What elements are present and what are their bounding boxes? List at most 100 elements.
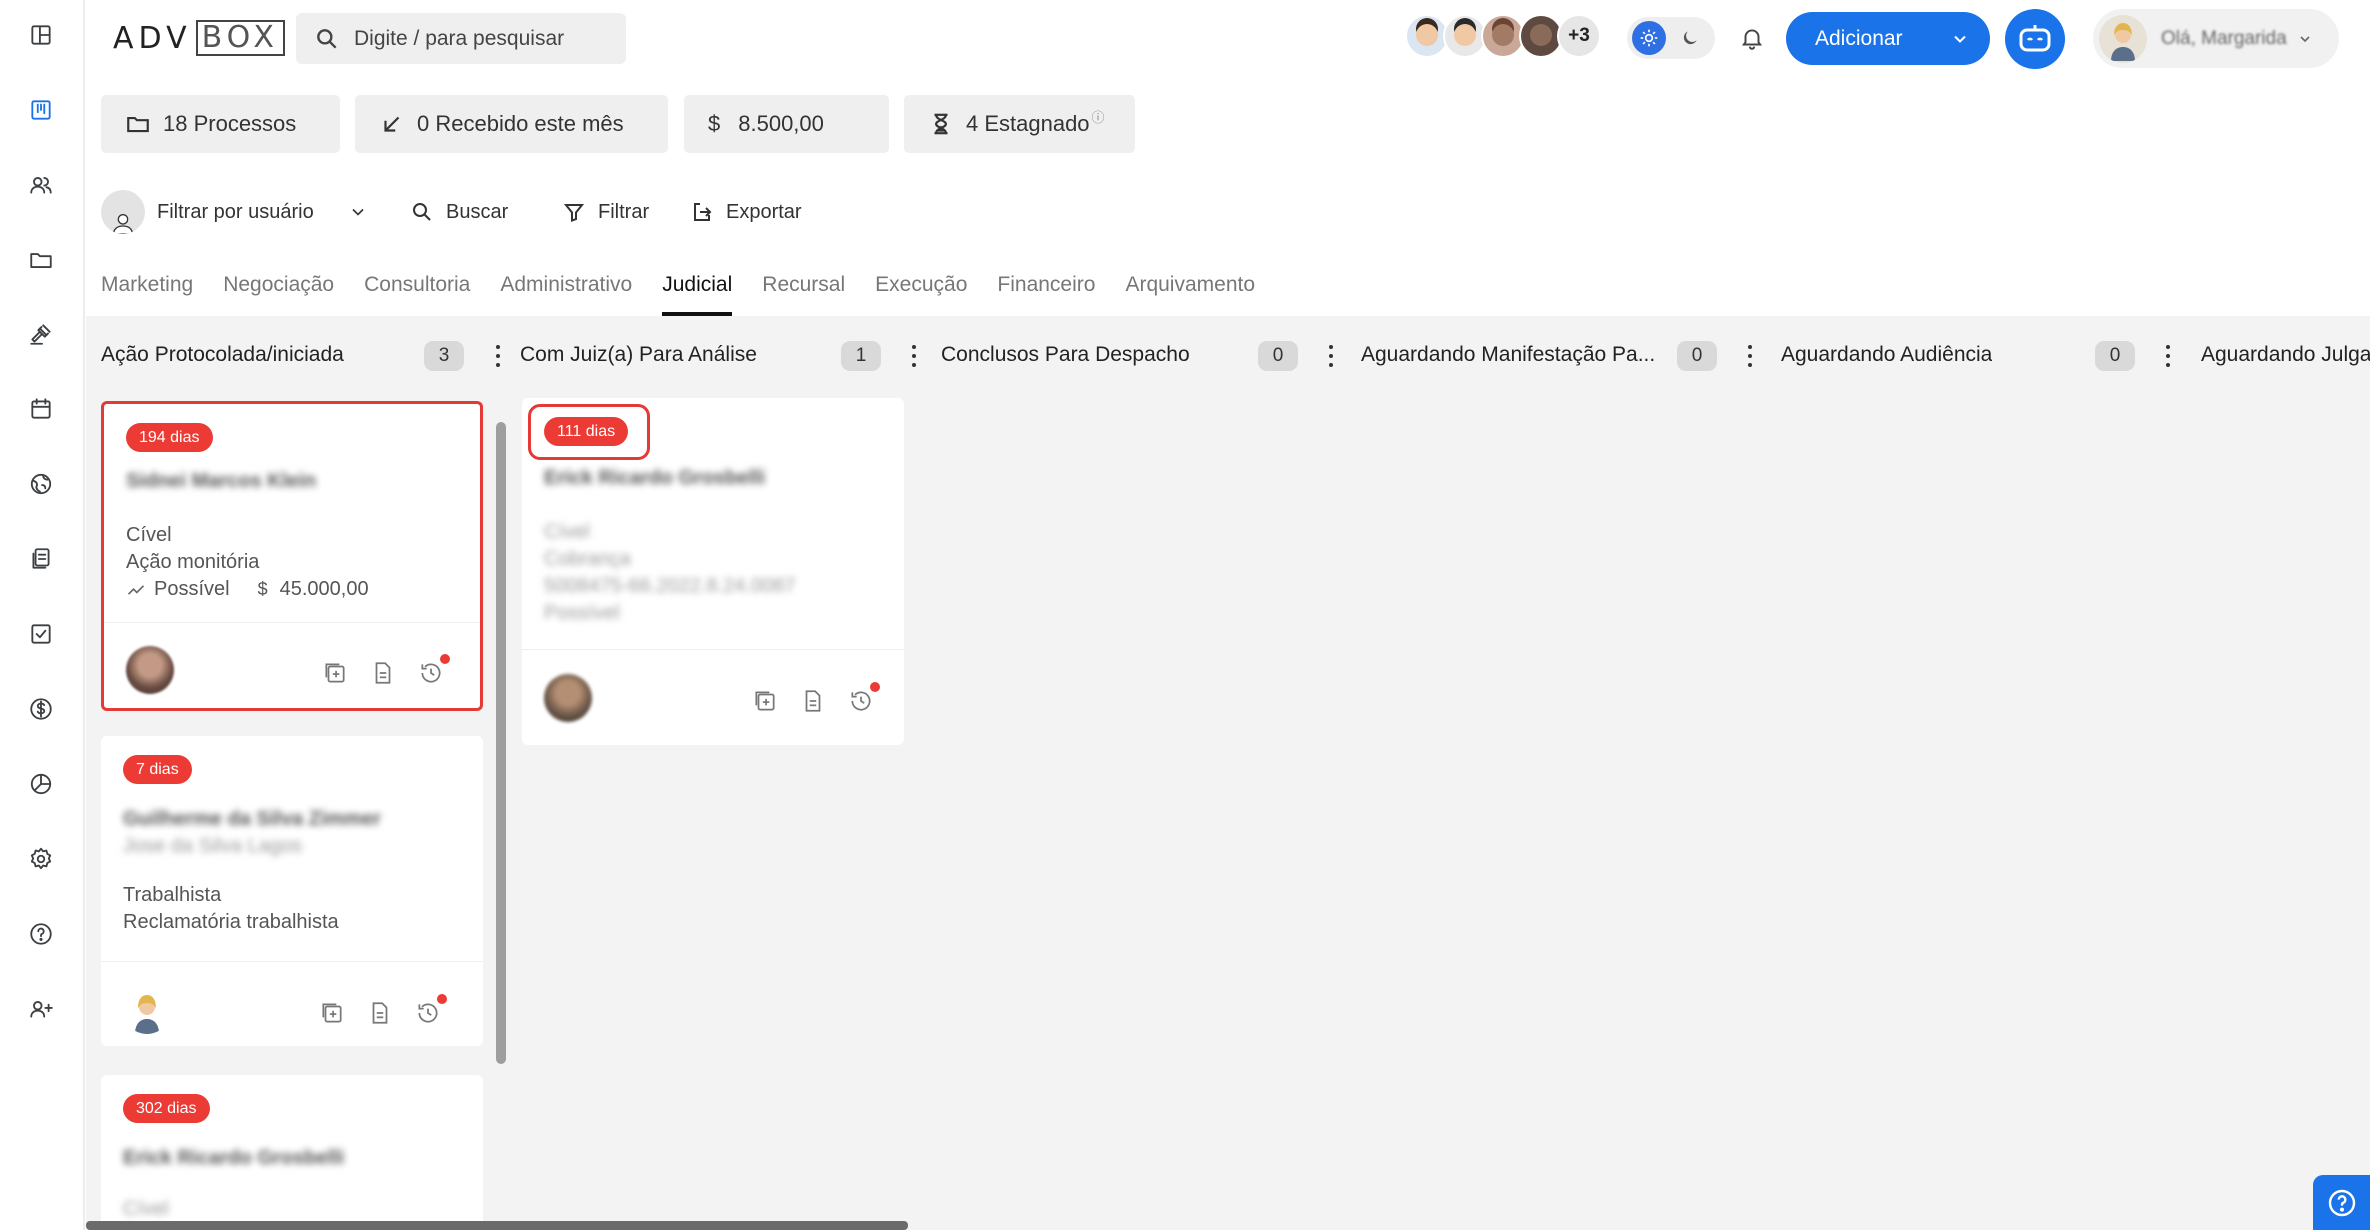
tab-administrativo[interactable]: Administrativo	[500, 270, 632, 316]
chevron-down-icon	[1954, 35, 1966, 43]
kanban-icon[interactable]	[21, 90, 61, 130]
filter-by-user[interactable]: Filtrar por usuário	[101, 190, 368, 234]
dollar-icon[interactable]	[21, 689, 61, 729]
export-button[interactable]: Exportar	[690, 190, 802, 234]
document-icon[interactable]	[800, 688, 826, 714]
days-badge: 194 dias	[126, 423, 213, 452]
team-more-count[interactable]: +3	[1557, 14, 1601, 58]
case-area: Cível	[126, 524, 172, 546]
column-title: Ação Protocolada/iniciada	[101, 343, 344, 366]
case-action: Reclamatória trabalhista	[123, 911, 339, 933]
stat-received[interactable]: 0 Recebido este mês	[355, 95, 668, 153]
more-vertical-icon[interactable]	[493, 342, 503, 370]
sun-icon[interactable]	[1632, 21, 1666, 55]
tab-arquivamento[interactable]: Arquivamento	[1125, 270, 1255, 316]
document-icon[interactable]	[367, 1000, 393, 1026]
client-name: Erick Ricardo Grosbelli	[544, 467, 766, 489]
add-task-icon[interactable]	[752, 688, 778, 714]
folder-icon[interactable]	[21, 240, 61, 280]
responsible-avatar[interactable]	[123, 986, 171, 1034]
more-vertical-icon[interactable]	[1326, 342, 1336, 370]
process-card[interactable]: 302 dias Erick Ricardo Grosbelli Cível	[101, 1075, 483, 1230]
globe-icon[interactable]	[21, 464, 61, 504]
vertical-scrollbar[interactable]	[496, 422, 506, 1064]
process-card[interactable]: 7 dias Guilherme da Silva Zimmer Jose da…	[101, 736, 483, 1046]
documents-icon[interactable]	[21, 539, 61, 579]
assistant-bot-button[interactable]	[2005, 9, 2065, 69]
column-header: Aguardando Audiência 0	[1781, 338, 2201, 372]
add-user-icon[interactable]	[21, 989, 61, 1029]
more-vertical-icon[interactable]	[909, 342, 919, 370]
responsible-avatar[interactable]	[126, 646, 174, 694]
case-area: Cível	[544, 521, 590, 543]
pie-chart-icon[interactable]	[21, 764, 61, 804]
theme-toggle[interactable]	[1627, 17, 1715, 59]
history-icon[interactable]	[848, 682, 880, 714]
more-vertical-icon[interactable]	[1745, 342, 1755, 370]
history-icon[interactable]	[418, 654, 450, 686]
moon-icon[interactable]	[1678, 26, 1702, 50]
chevron-down-icon	[352, 208, 364, 216]
help-widget-button[interactable]	[2313, 1175, 2370, 1230]
filter-button[interactable]: Filtrar	[562, 190, 649, 234]
process-card[interactable]: 111 dias Erick Ricardo Grosbelli Cível C…	[522, 398, 904, 745]
column-header: Com Juiz(a) Para Análise 1	[520, 338, 940, 372]
column-header: Aguardando Julga	[2201, 338, 2370, 372]
client-name: Guilherme da Silva Zimmer	[123, 808, 381, 830]
add-button-label: Adicionar	[1815, 26, 1903, 50]
stat-processes[interactable]: 18 Processos	[101, 95, 340, 153]
responsible-avatar[interactable]	[544, 674, 592, 722]
tab-judicial[interactable]: Judicial	[662, 270, 733, 316]
user-menu[interactable]: Olá, Margarida	[2093, 9, 2339, 68]
add-task-icon[interactable]	[322, 660, 348, 686]
stat-amount-label: 8.500,00	[738, 111, 824, 136]
add-button[interactable]: Adicionar	[1786, 12, 1990, 65]
team-avatars[interactable]: +3	[1405, 14, 1601, 58]
column-count: 0	[1677, 341, 1717, 371]
tab-recursal[interactable]: Recursal	[762, 270, 845, 316]
filter-by-user-label: Filtrar por usuário	[157, 200, 314, 223]
search-bar[interactable]	[296, 13, 626, 64]
tab-financeiro[interactable]: Financeiro	[997, 270, 1095, 316]
tab-consultoria[interactable]: Consultoria	[364, 270, 470, 316]
robot-icon	[2019, 25, 2051, 52]
case-action: Cobrança	[544, 548, 631, 570]
help-icon[interactable]	[21, 914, 61, 954]
calendar-icon[interactable]	[21, 389, 61, 429]
app-logo[interactable]: ADV BOX	[113, 18, 285, 58]
card-divider	[101, 961, 483, 962]
card-actions	[319, 994, 447, 1026]
info-icon[interactable]: ⓘ	[1092, 107, 1105, 126]
tab-marketing[interactable]: Marketing	[101, 270, 193, 316]
checkbox-icon[interactable]	[21, 614, 61, 654]
tab-execucao[interactable]: Execução	[875, 270, 967, 316]
search-input[interactable]	[354, 26, 594, 51]
history-icon[interactable]	[415, 994, 447, 1026]
user-greeting: Olá, Margarida	[2161, 27, 2287, 49]
case-number: 5008475-66.2022.8.24.0087	[544, 575, 796, 597]
users-icon[interactable]	[21, 165, 61, 205]
stat-stagnant[interactable]: 4 Estagnado ⓘ	[904, 95, 1135, 153]
stat-amount[interactable]: $ 8.500,00	[684, 95, 889, 153]
folder-icon	[127, 116, 149, 133]
settings-icon[interactable]	[21, 839, 61, 879]
column-count: 1	[841, 341, 881, 371]
gavel-icon[interactable]	[21, 314, 61, 354]
chevron-down-icon	[2300, 35, 2310, 42]
add-task-icon[interactable]	[319, 1000, 345, 1026]
document-icon[interactable]	[370, 660, 396, 686]
search-button[interactable]: Buscar	[410, 190, 508, 234]
column-count: 0	[2095, 341, 2135, 371]
more-vertical-icon[interactable]	[2163, 342, 2173, 370]
bell-icon[interactable]	[1734, 20, 1770, 56]
dashboard-icon[interactable]	[21, 15, 61, 55]
column-count: 3	[424, 341, 464, 371]
export-icon	[694, 203, 712, 221]
horizontal-scrollbar[interactable]	[86, 1221, 908, 1230]
tab-negociacao[interactable]: Negociação	[223, 270, 334, 316]
user-avatar	[2099, 14, 2147, 63]
client-name: Sidnei Marcos Klein	[126, 470, 317, 492]
notification-dot	[870, 682, 880, 692]
process-card[interactable]: 194 dias Sidnei Marcos Klein Cível Ação …	[101, 401, 483, 711]
column-title: Conclusos Para Despacho	[941, 343, 1190, 366]
